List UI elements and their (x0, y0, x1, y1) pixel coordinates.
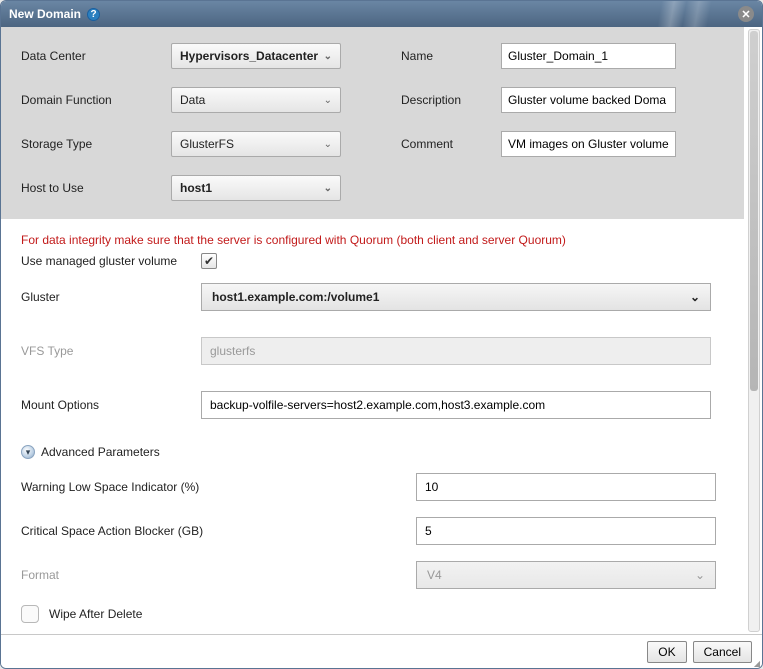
domain-function-label: Domain Function (21, 93, 171, 107)
mount-options-input[interactable] (201, 391, 711, 419)
collapse-icon: ▾ (21, 445, 35, 459)
domain-function-value: Data (180, 93, 205, 107)
vfs-type-label: VFS Type (21, 344, 201, 358)
ok-button[interactable]: OK (647, 641, 686, 663)
name-label: Name (401, 49, 501, 63)
gluster-select[interactable]: host1.example.com:/volume1 ⌄ (201, 283, 711, 311)
close-icon[interactable]: ✕ (738, 6, 754, 22)
host-value: host1 (180, 181, 212, 195)
help-icon[interactable]: ? (87, 8, 100, 21)
host-select[interactable]: host1 ⌄ (171, 175, 341, 201)
data-center-label: Data Center (21, 49, 171, 63)
warning-low-space-input[interactable] (416, 473, 716, 501)
quorum-warning: For data integrity make sure that the se… (21, 233, 724, 247)
wipe-after-delete-label: Wipe After Delete (49, 607, 142, 621)
managed-gluster-label: Use managed gluster volume (21, 254, 201, 268)
name-input[interactable] (501, 43, 676, 69)
managed-gluster-checkbox[interactable]: ✔ (201, 253, 217, 269)
top-form-grid: Data Center Hypervisors_Datacenter ⌄ Nam… (1, 27, 744, 219)
description-label: Description (401, 93, 501, 107)
titlebar: New Domain ? ✕ (1, 1, 762, 27)
chevron-down-icon: ⌄ (690, 290, 700, 304)
storage-type-select[interactable]: GlusterFS ⌄ (171, 131, 341, 157)
chevron-down-icon: ⌄ (324, 51, 332, 62)
critical-space-label: Critical Space Action Blocker (GB) (21, 524, 416, 538)
chevron-down-icon: ⌄ (324, 139, 332, 150)
advanced-parameters-label: Advanced Parameters (41, 445, 160, 459)
mount-options-label: Mount Options (21, 398, 201, 412)
chevron-down-icon: ⌄ (324, 95, 332, 106)
format-value: V4 (427, 568, 442, 582)
advanced-parameters-toggle[interactable]: ▾ Advanced Parameters (21, 445, 724, 459)
dialog-body: Data Center Hypervisors_Datacenter ⌄ Nam… (1, 27, 762, 634)
description-input[interactable] (501, 87, 676, 113)
storage-type-label: Storage Type (21, 137, 171, 151)
storage-type-value: GlusterFS (180, 137, 234, 151)
lower-form: For data integrity make sure that the se… (1, 219, 744, 634)
wipe-after-delete-checkbox[interactable] (21, 605, 39, 623)
data-center-value: Hypervisors_Datacenter (180, 49, 318, 63)
dialog-footer: OK Cancel (1, 634, 762, 668)
data-center-select[interactable]: Hypervisors_Datacenter ⌄ (171, 43, 341, 69)
gluster-value: host1.example.com:/volume1 (212, 290, 379, 304)
new-domain-dialog: New Domain ? ✕ Data Center Hypervisors_D… (0, 0, 763, 669)
vfs-type-input (201, 337, 711, 365)
gluster-label: Gluster (21, 290, 201, 304)
critical-space-input[interactable] (416, 517, 716, 545)
comment-input[interactable] (501, 131, 676, 157)
format-select: V4 ⌄ (416, 561, 716, 589)
domain-function-select[interactable]: Data ⌄ (171, 87, 341, 113)
format-label: Format (21, 568, 416, 582)
cancel-button[interactable]: Cancel (693, 641, 752, 663)
warning-low-space-label: Warning Low Space Indicator (%) (21, 480, 416, 494)
comment-label: Comment (401, 137, 501, 151)
scrollbar[interactable] (748, 29, 760, 632)
chevron-down-icon: ⌄ (324, 183, 332, 194)
scrollbar-thumb[interactable] (750, 31, 758, 391)
host-label: Host to Use (21, 181, 171, 195)
titlebar-decoration (612, 1, 732, 27)
dialog-title: New Domain (9, 7, 81, 21)
chevron-down-icon: ⌄ (695, 568, 705, 582)
